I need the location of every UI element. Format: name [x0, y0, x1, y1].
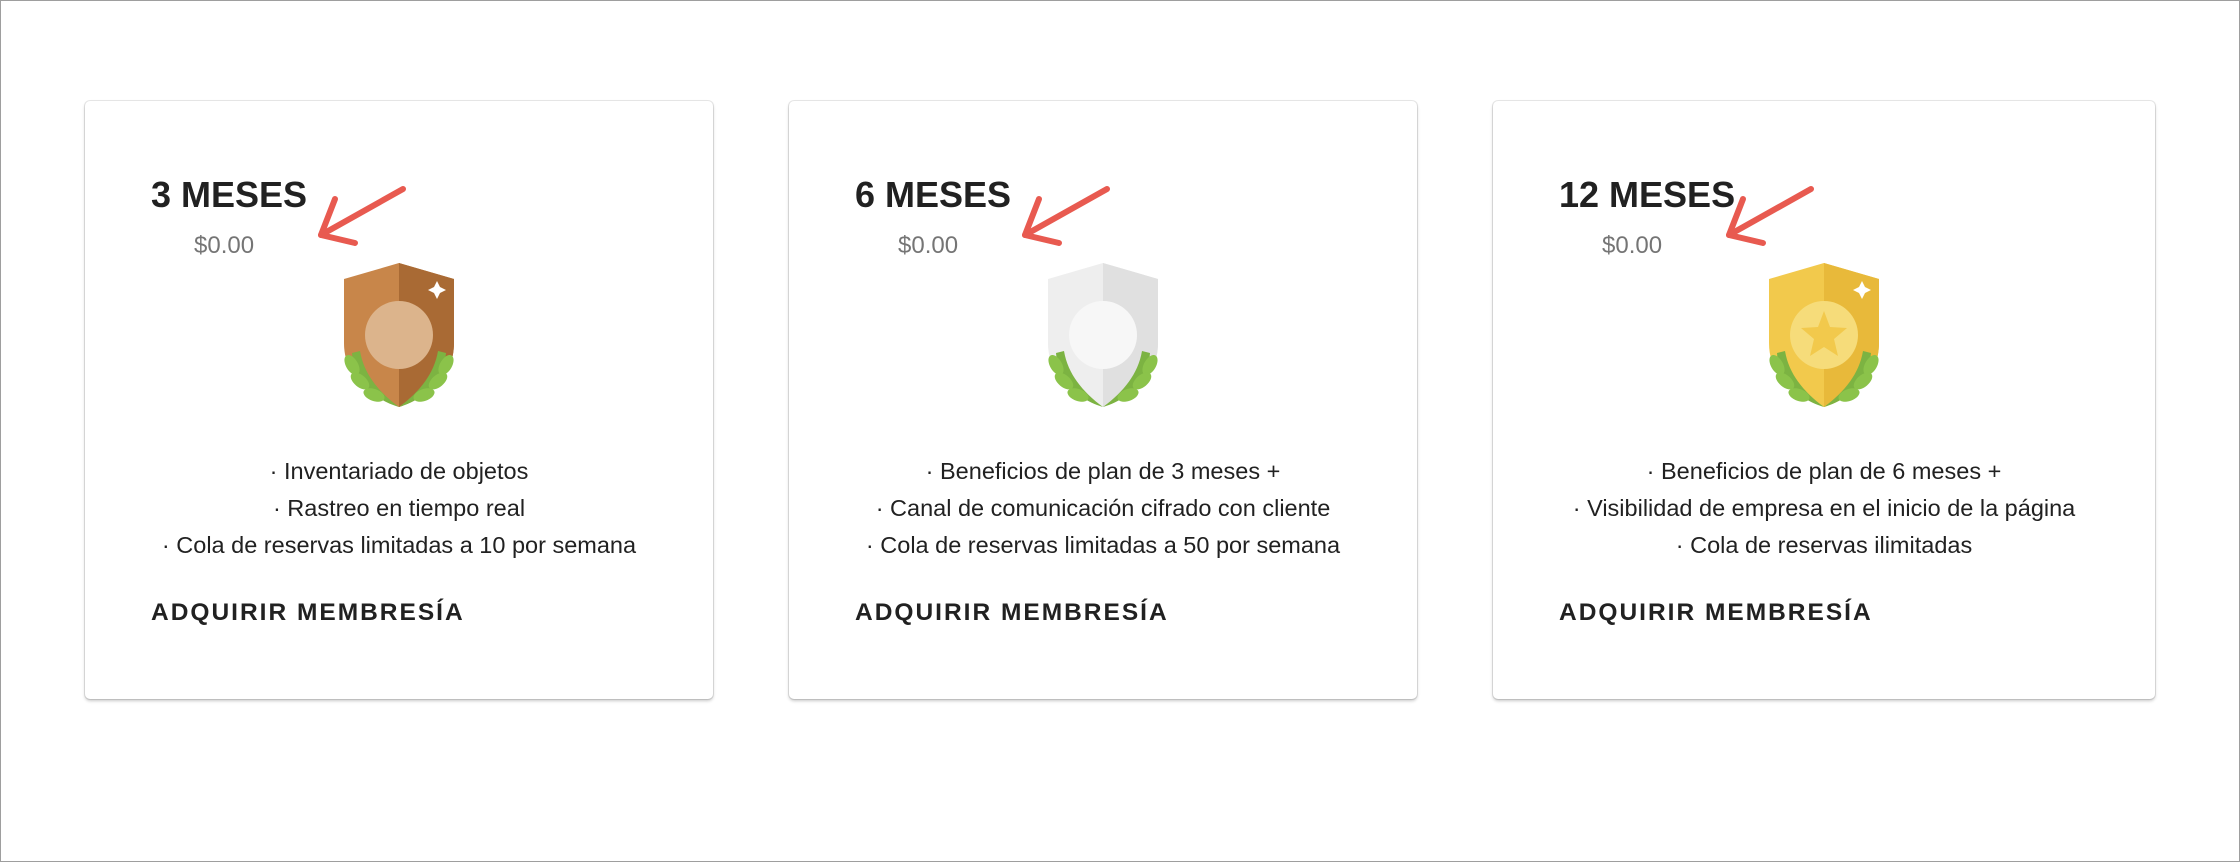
red-arrow-icon [1726, 186, 1814, 246]
plan-card-12-months: 12 MESES $0.00 · Beneficios de plan de 6… [1493, 101, 2155, 699]
plan-price: $0.00 [194, 232, 255, 259]
benefit-item: · Beneficios de plan de 3 meses + [925, 458, 1281, 484]
plan-card-6-months: 6 MESES $0.00 · Beneficios de plan de 3 … [789, 101, 1417, 699]
plan-price: $0.00 [1602, 232, 1663, 259]
benefit-item: · Beneficios de plan de 6 meses + [1646, 458, 2002, 484]
acquire-membership-button[interactable]: ADQUIRIR MEMBRESÍA [151, 599, 465, 627]
benefit-item: · Canal de comunicación cifrado con clie… [875, 495, 1331, 521]
gold-shield-laurel-icon [1769, 263, 1879, 407]
membership-page: 3 MESES $0.00 · Inventariado de objetos … [0, 0, 2240, 862]
red-arrow-icon [1022, 186, 1110, 246]
bronze-shield-laurel-icon [344, 263, 454, 407]
plan-card-3-months: 3 MESES $0.00 · Inventariado de objetos … [85, 101, 713, 699]
benefits-list: · Inventariado de objetos · Rastreo en t… [85, 453, 713, 564]
plan-title: 12 MESES [1559, 174, 1736, 215]
plan-price: $0.00 [898, 232, 959, 259]
benefit-item: · Cola de reservas limitadas a 10 por se… [161, 532, 637, 558]
benefit-item: · Inventariado de objetos [269, 458, 529, 484]
red-arrow-icon [318, 186, 406, 246]
acquire-membership-button[interactable]: ADQUIRIR MEMBRESÍA [855, 599, 1169, 627]
plan-title: 6 MESES [855, 174, 1012, 215]
benefit-item: · Cola de reservas ilimitadas [1675, 532, 1973, 558]
benefit-item: · Visibilidad de empresa en el inicio de… [1572, 495, 2076, 521]
benefit-item: · Cola de reservas limitadas a 50 por se… [865, 532, 1341, 558]
silver-shield-laurel-icon [1048, 263, 1158, 407]
benefit-item: · Rastreo en tiempo real [272, 495, 526, 521]
acquire-membership-button[interactable]: ADQUIRIR MEMBRESÍA [1559, 599, 1873, 627]
benefits-list: · Beneficios de plan de 6 meses + · Visi… [1493, 453, 2155, 564]
plan-title: 3 MESES [151, 174, 308, 215]
benefits-list: · Beneficios de plan de 3 meses + · Cana… [789, 453, 1417, 564]
